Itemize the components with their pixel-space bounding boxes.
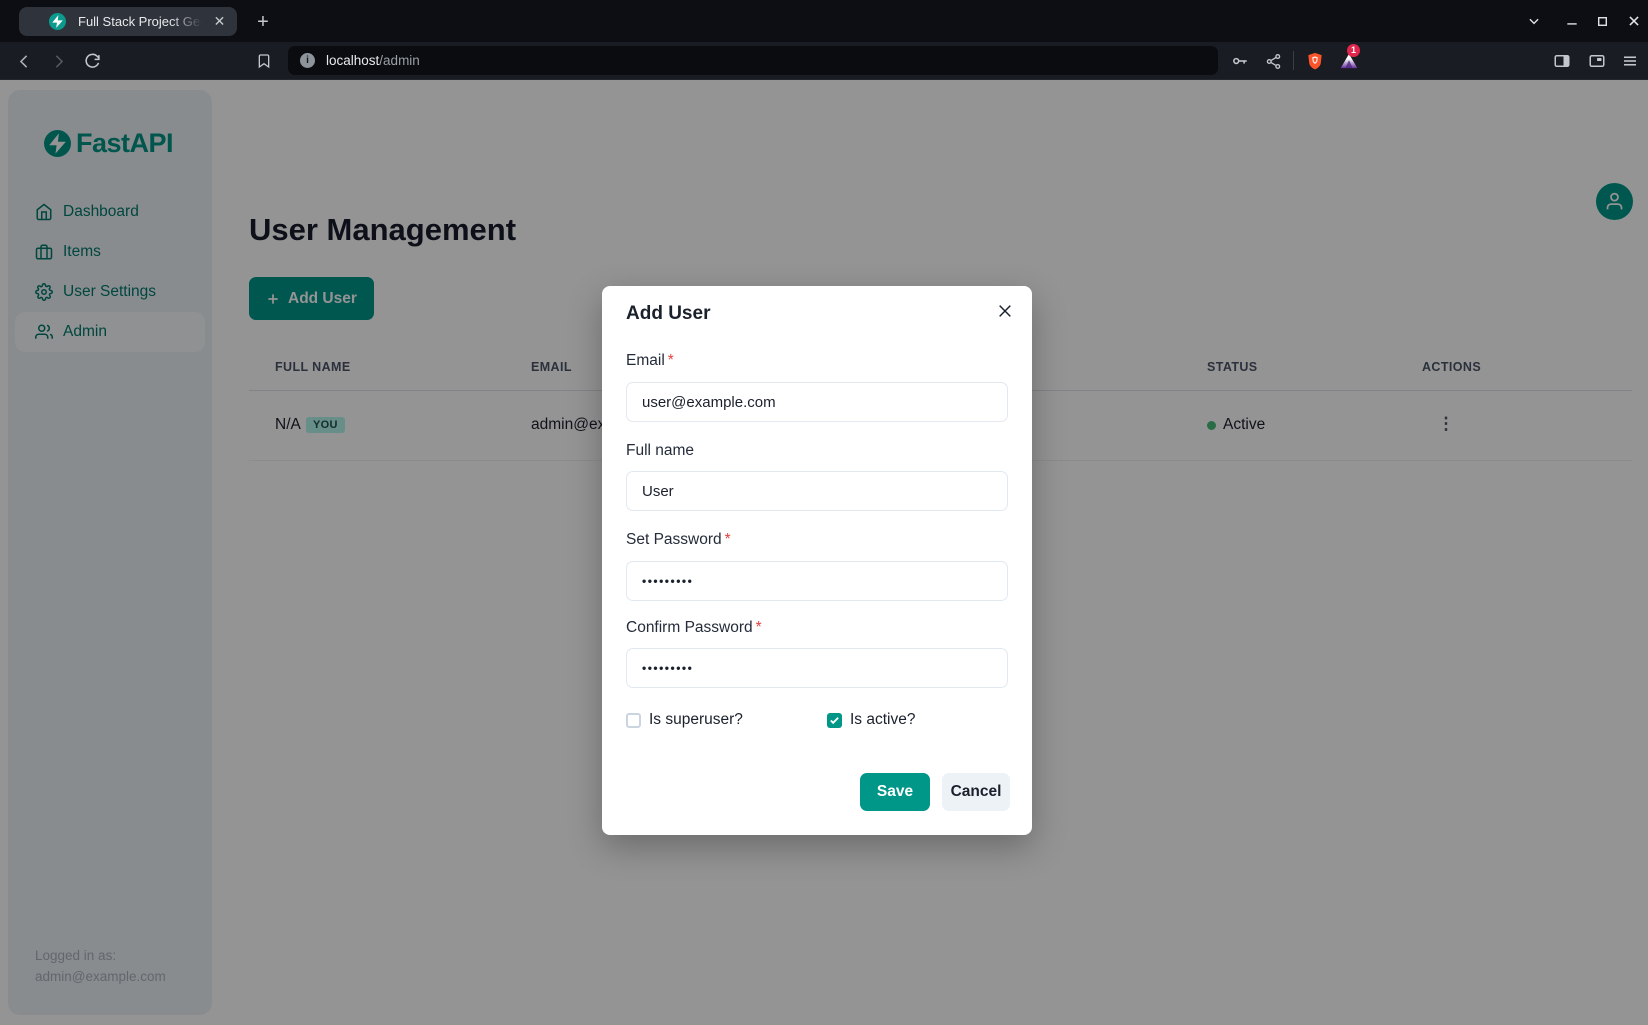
back-icon xyxy=(16,53,33,70)
back-button[interactable] xyxy=(13,50,35,72)
active-label: Is active? xyxy=(850,711,915,729)
superuser-checkbox[interactable]: Is superuser? xyxy=(626,711,743,729)
minimize-icon xyxy=(1565,14,1579,28)
new-tab-button[interactable]: + xyxy=(252,11,274,33)
share-icon xyxy=(1265,53,1282,70)
required-mark: * xyxy=(725,531,731,548)
superuser-label: Is superuser? xyxy=(649,711,743,729)
email-label: Email* xyxy=(626,352,674,370)
url-host: localhost xyxy=(326,53,379,68)
required-mark: * xyxy=(756,619,762,636)
toolbar-divider xyxy=(1293,51,1294,70)
close-icon xyxy=(1627,14,1641,28)
modal-title: Add User xyxy=(626,303,710,325)
maximize-icon xyxy=(1596,15,1609,28)
brave-shield-icon xyxy=(1305,51,1325,71)
sidebar-toggle-button[interactable] xyxy=(1551,50,1573,72)
email-field[interactable] xyxy=(626,382,1008,422)
tab-close-icon[interactable]: ✕ xyxy=(211,13,228,30)
password-field[interactable] xyxy=(626,561,1008,601)
reading-panel-button[interactable] xyxy=(1586,50,1608,72)
fullname-label: Full name xyxy=(626,442,694,460)
forward-button[interactable] xyxy=(47,50,69,72)
add-user-modal: Add User Email* Full name Set Password* … xyxy=(602,286,1032,835)
brave-shields-button[interactable] xyxy=(1304,50,1326,72)
save-button[interactable]: Save xyxy=(860,773,930,811)
active-checkbox[interactable]: Is active? xyxy=(827,711,915,729)
confirm-password-label: Confirm Password* xyxy=(626,619,762,637)
forward-icon xyxy=(50,53,67,70)
brave-rewards-button[interactable]: 1 xyxy=(1338,50,1360,72)
maximize-button[interactable] xyxy=(1591,10,1613,32)
chevron-down-icon xyxy=(1527,14,1541,28)
checkbox-unchecked-icon[interactable] xyxy=(626,713,641,728)
password-label: Set Password* xyxy=(626,531,731,549)
panel-icon xyxy=(1588,52,1606,70)
hamburger-icon xyxy=(1621,52,1639,70)
rewards-badge: 1 xyxy=(1347,44,1360,57)
menu-button[interactable] xyxy=(1619,50,1641,72)
bookmark-button[interactable] xyxy=(253,50,275,72)
modal-close-button[interactable] xyxy=(992,298,1018,324)
key-icon xyxy=(1231,52,1249,70)
cancel-button[interactable]: Cancel xyxy=(942,773,1010,811)
required-mark: * xyxy=(668,352,674,369)
browser-window: Full Stack Project Genera ✕ + i localhos… xyxy=(0,0,1648,1025)
fastapi-favicon-icon xyxy=(49,13,66,30)
checkbox-checked-icon[interactable] xyxy=(827,713,842,728)
bookmark-icon xyxy=(256,53,272,69)
password-manager-button[interactable] xyxy=(1229,50,1251,72)
checkmark-icon xyxy=(829,715,840,726)
url-bar[interactable]: i localhost/admin xyxy=(288,46,1218,75)
tab-title: Full Stack Project Genera xyxy=(78,14,206,29)
tab-bar: Full Stack Project Genera ✕ + xyxy=(0,0,1648,42)
share-button[interactable] xyxy=(1262,50,1284,72)
site-info-icon[interactable]: i xyxy=(300,53,315,68)
fullname-field[interactable] xyxy=(626,471,1008,511)
window-close-button[interactable] xyxy=(1623,10,1645,32)
reload-button[interactable] xyxy=(81,50,103,72)
minimize-button[interactable] xyxy=(1561,10,1583,32)
url-path: /admin xyxy=(379,53,420,68)
sidebar-toggle-icon xyxy=(1553,52,1571,70)
close-icon xyxy=(997,303,1013,319)
window-chevron-button[interactable] xyxy=(1523,10,1545,32)
reload-icon xyxy=(84,53,101,70)
url-text: localhost/admin xyxy=(326,53,420,68)
confirm-password-field[interactable] xyxy=(626,648,1008,688)
browser-tab[interactable]: Full Stack Project Genera ✕ xyxy=(19,7,237,36)
